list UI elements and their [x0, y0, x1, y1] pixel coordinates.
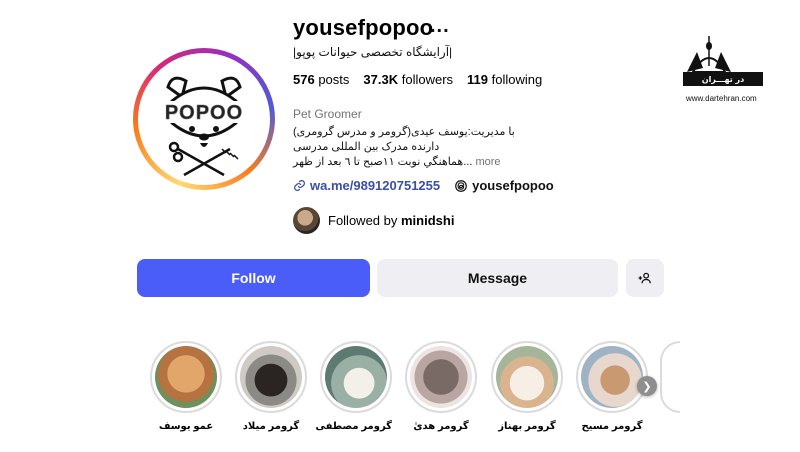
highlight-cover	[581, 346, 643, 408]
following-count[interactable]: 119 following	[467, 72, 542, 87]
profile-username: yousefpopoo	[293, 15, 434, 40]
highlight-item[interactable]: گرومر بهناز	[491, 341, 563, 432]
dartehran-logo: در تهـــران	[683, 36, 763, 86]
add-user-icon	[638, 272, 651, 284]
popoo-logo: POPOO	[154, 76, 254, 177]
highlight-label: گرومر هدیٰ	[413, 421, 469, 432]
profile-bio: با مدیریت:یوسف عیدی(گرومر و مدرس گرومری)…	[293, 125, 515, 170]
profile-full-name: |آرایشگاه تخصصی حیوانات پوپو|	[293, 45, 453, 59]
highlight-cover	[155, 346, 217, 408]
highlight-item[interactable]: گرومر هدیٰ	[405, 341, 477, 432]
followed-by-text: Followed by minidshi	[328, 213, 455, 228]
profile-category: Pet Groomer	[293, 107, 362, 121]
link-icon	[294, 180, 305, 191]
threads-link-text: yousefpopoo	[472, 178, 554, 193]
highlight-cover	[240, 346, 302, 408]
bio-more-link[interactable]: more	[475, 156, 500, 168]
follower-avatar	[293, 207, 320, 234]
svg-text:در تهـــران: در تهـــران	[702, 75, 745, 84]
bio-line-2: دارنده مدرک بین المللی مدرسی	[293, 141, 440, 153]
highlight-label: گرومر مصطفی	[315, 421, 392, 432]
whatsapp-link[interactable]: wa.me/989120751255	[293, 178, 440, 193]
watermark-url: www.dartehran.com	[686, 94, 757, 103]
avatar-inner: POPOO	[138, 53, 270, 185]
suggest-users-button[interactable]	[626, 259, 664, 297]
bio-line-1: با مدیریت:یوسف عیدی(گرومر و مدرس گرومری)	[293, 126, 515, 138]
followed-by[interactable]: Followed by minidshi	[293, 207, 454, 234]
bio-line-3-wrap: ...هماهنگي نوبت ١١صبح تا ٦ بعد از ظهر mo…	[293, 155, 515, 170]
chevron-right-icon[interactable]: ❯	[637, 376, 657, 396]
posts-count[interactable]: 576 posts	[293, 72, 349, 87]
message-button[interactable]: Message	[377, 259, 618, 297]
bio-line-3: ...هماهنگي نوبت ١١صبح تا ٦ بعد از ظهر	[293, 156, 473, 168]
highlight-cover	[496, 346, 558, 408]
highlight-item[interactable]: عمو یوسف	[150, 341, 222, 432]
profile-links: wa.me/989120751255 yousefpopoo	[293, 178, 554, 193]
highlight-item[interactable]: گرومر میلاد	[235, 341, 307, 432]
highlight-item[interactable]: گرومر مصطفی	[315, 341, 392, 432]
follow-button[interactable]: Follow	[137, 259, 370, 297]
highlight-label: گرومر بهناز	[498, 421, 556, 432]
threads-icon	[455, 179, 467, 192]
threads-link[interactable]: yousefpopoo	[454, 178, 554, 193]
whatsapp-link-text: wa.me/989120751255	[310, 178, 441, 193]
highlight-label: عمو یوسف	[158, 421, 214, 432]
svg-text:POPOO: POPOO	[165, 102, 243, 124]
highlight-label: گرومر میلاد	[242, 421, 300, 432]
profile-stats: 576 posts 37.3K followers 119 following	[293, 72, 542, 87]
highlight-partial	[660, 341, 680, 413]
highlight-label: گرومر مسیح	[581, 421, 643, 432]
followers-count[interactable]: 37.3K followers	[363, 72, 453, 87]
highlight-cover	[410, 346, 472, 408]
profile-avatar[interactable]: POPOO	[133, 48, 275, 190]
highlight-cover	[325, 346, 387, 408]
more-options-icon[interactable]: ...	[430, 15, 450, 38]
